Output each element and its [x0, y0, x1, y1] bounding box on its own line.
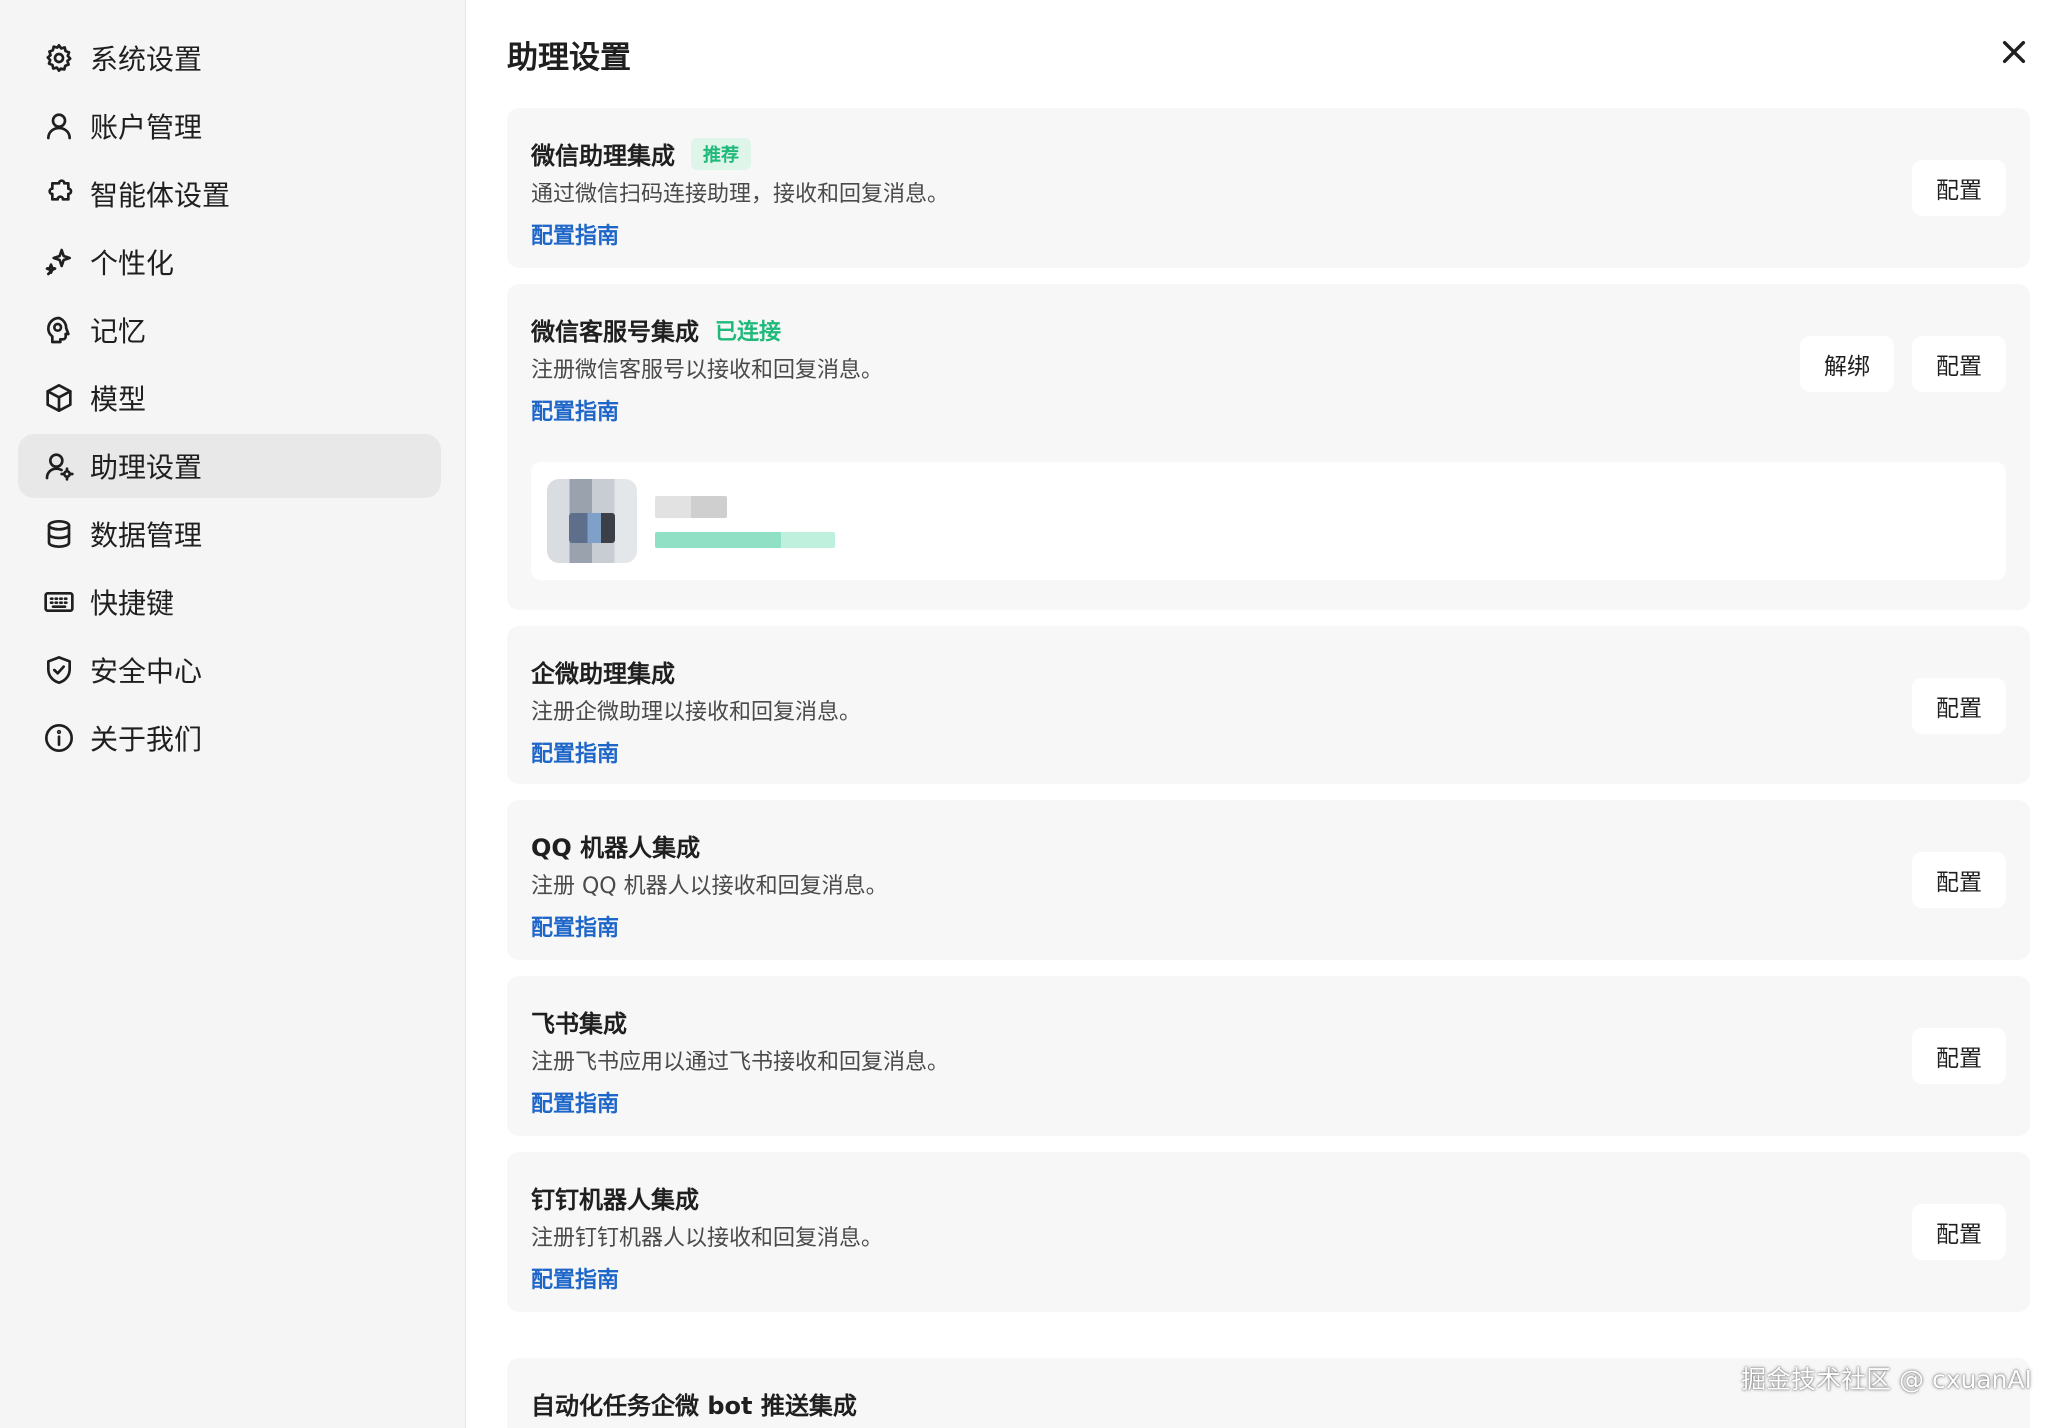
configure-button[interactable]: 配置 — [1912, 1204, 2006, 1260]
sidebar-item-label: 记忆 — [90, 315, 147, 348]
sidebar-item-model[interactable]: 模型 — [18, 366, 441, 430]
sidebar-item-label: 智能体设置 — [90, 179, 231, 212]
configure-button[interactable]: 配置 — [1912, 336, 2006, 392]
integration-title: 自动化任务企微 bot 推送集成 — [531, 1392, 857, 1420]
sidebar-item-label: 助理设置 — [90, 451, 203, 484]
integration-description: 注册微信客服号以接收和回复消息。 — [531, 358, 884, 383]
integration-title: 微信客服号集成 — [531, 318, 699, 346]
sidebar-item-agent-settings[interactable]: 智能体设置 — [18, 162, 441, 226]
integration-description: 注册 QQ 机器人以接收和回复消息。 — [531, 874, 888, 899]
integration-card-feishu: 飞书集成 注册飞书应用以通过飞书接收和回复消息。 配置指南 配置 — [507, 976, 2030, 1136]
brain-icon — [42, 313, 76, 347]
integration-card-wechat-customer-service: 微信客服号集成 已连接 注册微信客服号以接收和回复消息。 配置指南 解绑 配置 — [507, 284, 2030, 610]
sidebar-item-about[interactable]: 关于我们 — [18, 706, 441, 770]
main-panel: 助理设置 微信助理集成 推荐 通过微信扫码连接助理，接收和回复消息。 配置指南 … — [467, 0, 2056, 1428]
close-button[interactable] — [1998, 36, 2030, 68]
config-guide-link[interactable]: 配置指南 — [531, 1262, 619, 1294]
sidebar-item-label: 快捷键 — [90, 587, 175, 620]
sidebar-item-label: 关于我们 — [90, 723, 203, 756]
cube-icon — [42, 381, 76, 415]
integration-description: 注册钉钉机器人以接收和回复消息。 — [531, 1226, 884, 1251]
sidebar-item-label: 模型 — [90, 383, 147, 416]
sidebar-item-label: 系统设置 — [90, 43, 203, 76]
watermark: 掘金技术社区 @ cxuanAI — [1741, 1365, 2032, 1394]
account-id-redacted — [655, 532, 835, 548]
sidebar-item-system-settings[interactable]: 系统设置 — [18, 26, 441, 90]
sidebar-item-data-management[interactable]: 数据管理 — [18, 502, 441, 566]
shield-icon — [42, 653, 76, 687]
user-gear-icon — [42, 449, 76, 483]
account-name-redacted — [655, 496, 727, 518]
config-guide-link[interactable]: 配置指南 — [531, 910, 619, 942]
keyboard-icon — [42, 585, 76, 619]
sidebar-item-label: 个性化 — [90, 247, 175, 280]
config-guide-link[interactable]: 配置指南 — [531, 1086, 619, 1118]
sidebar-item-shortcuts[interactable]: 快捷键 — [18, 570, 441, 634]
configure-button[interactable]: 配置 — [1912, 1028, 2006, 1084]
gear-icon — [42, 41, 76, 75]
connected-status: 已连接 — [715, 319, 782, 345]
configure-button[interactable]: 配置 — [1912, 852, 2006, 908]
sidebar-item-personalization[interactable]: 个性化 — [18, 230, 441, 294]
integration-card-wechat-assistant: 微信助理集成 推荐 通过微信扫码连接助理，接收和回复消息。 配置指南 配置 — [507, 108, 2030, 268]
integration-title: 微信助理集成 — [531, 142, 675, 170]
connected-account — [531, 462, 2006, 580]
integration-card-qq-bot: QQ 机器人集成 注册 QQ 机器人以接收和回复消息。 配置指南 配置 — [507, 800, 2030, 960]
info-icon — [42, 721, 76, 755]
sidebar-item-label: 数据管理 — [90, 519, 203, 552]
sidebar-item-account[interactable]: 账户管理 — [18, 94, 441, 158]
config-guide-link[interactable]: 配置指南 — [531, 394, 619, 426]
user-icon — [42, 109, 76, 143]
integration-title: QQ 机器人集成 — [531, 834, 701, 862]
integration-description: 注册企微助理以接收和回复消息。 — [531, 700, 862, 725]
configure-button[interactable]: 配置 — [1912, 160, 2006, 216]
integration-title: 企微助理集成 — [531, 660, 675, 688]
config-guide-link[interactable]: 配置指南 — [531, 736, 619, 768]
integration-card-dingtalk-bot: 钉钉机器人集成 注册钉钉机器人以接收和回复消息。 配置指南 配置 — [507, 1152, 2030, 1312]
integration-description: 注册飞书应用以通过飞书接收和回复消息。 — [531, 1050, 950, 1075]
sidebar-item-memory[interactable]: 记忆 — [18, 298, 441, 362]
sidebar-item-label: 账户管理 — [90, 111, 203, 144]
sidebar-item-assistant-settings[interactable]: 助理设置 — [18, 434, 441, 498]
sidebar-item-security[interactable]: 安全中心 — [18, 638, 441, 702]
sidebar: 系统设置 账户管理 智能体设置 个性化 记忆 模型 助理设置 数据管理 快捷键 … — [0, 0, 466, 1428]
integration-title: 钉钉机器人集成 — [531, 1186, 699, 1214]
config-guide-link[interactable]: 配置指南 — [531, 218, 619, 250]
sidebar-item-label: 安全中心 — [90, 655, 203, 688]
recommended-badge: 推荐 — [691, 137, 751, 170]
database-icon — [42, 517, 76, 551]
unbind-button[interactable]: 解绑 — [1800, 336, 1894, 392]
puzzle-icon — [42, 177, 76, 211]
integration-description: 通过微信扫码连接助理，接收和回复消息。 — [531, 182, 950, 207]
integration-title: 飞书集成 — [531, 1010, 627, 1038]
close-icon — [2002, 40, 2026, 64]
integration-card-wecom-assistant: 企微助理集成 注册企微助理以接收和回复消息。 配置指南 配置 — [507, 626, 2030, 784]
sparkle-icon — [42, 245, 76, 279]
avatar — [547, 479, 637, 563]
page-title: 助理设置 — [507, 40, 631, 76]
configure-button[interactable]: 配置 — [1912, 678, 2006, 734]
